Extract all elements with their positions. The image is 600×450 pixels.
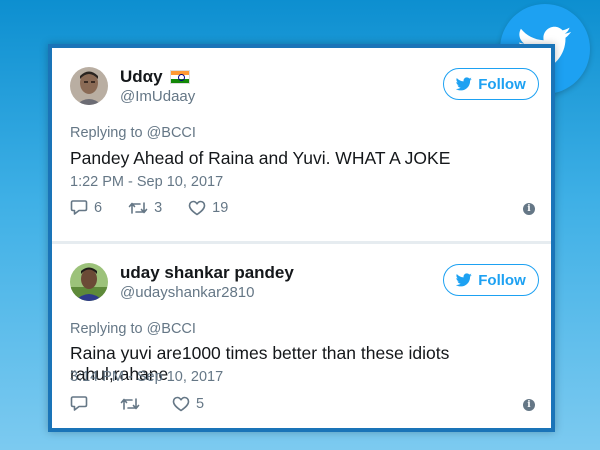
follow-label: Follow: [478, 271, 526, 289]
like-button[interactable]: 5: [172, 396, 204, 412]
retweet-icon: [128, 201, 148, 214]
tweet-text: Pandey Ahead of Raina and Yuvi. WHAT A J…: [70, 148, 451, 168]
user-names: Udαy @ImUdaay: [120, 67, 195, 106]
follow-button[interactable]: Follow: [443, 264, 539, 296]
retweet-button[interactable]: [120, 396, 146, 412]
tweet-frame: Udαy @ImUdaay Follow Replying to @BCCI P…: [48, 44, 555, 432]
retweet-count: 3: [154, 199, 163, 216]
reply-count: 6: [94, 199, 103, 216]
display-name[interactable]: uday shankar pandey: [120, 263, 294, 283]
tweet-header: uday shankar pandey @udayshankar2810: [70, 262, 294, 302]
display-name-row: uday shankar pandey: [120, 263, 294, 283]
info-icon[interactable]: i: [523, 203, 535, 215]
twitter-bird-icon: [456, 273, 472, 287]
display-name[interactable]: Udαy: [120, 67, 163, 87]
reply-icon: [70, 396, 88, 411]
tweet-list: Udαy @ImUdaay Follow Replying to @BCCI P…: [52, 48, 551, 428]
tweet-actions: 5: [70, 395, 230, 412]
user-names: uday shankar pandey @udayshankar2810: [120, 263, 294, 302]
tweet-timestamp[interactable]: 3:14 PM - Sep 10, 2017: [70, 369, 223, 385]
tweet-timestamp[interactable]: 1:22 PM - Sep 10, 2017: [70, 174, 223, 190]
user-handle[interactable]: @udayshankar2810: [120, 284, 294, 302]
display-name-row: Udαy: [120, 67, 195, 87]
follow-label: Follow: [478, 75, 526, 93]
india-flag-icon: [169, 69, 190, 84]
retweet-icon: [120, 397, 140, 410]
like-count: 19: [212, 199, 229, 216]
avatar[interactable]: [70, 263, 108, 301]
heart-icon: [188, 200, 206, 215]
follow-button[interactable]: Follow: [443, 68, 539, 100]
tweet-card: uday shankar pandey @udayshankar2810 Fol…: [52, 244, 551, 428]
twitter-bird-icon: [456, 77, 472, 91]
reply-button[interactable]: [70, 395, 94, 412]
tweet-card: Udαy @ImUdaay Follow Replying to @BCCI P…: [52, 48, 551, 241]
like-count: 5: [196, 395, 205, 412]
reply-button[interactable]: 6: [70, 199, 102, 216]
tweet-header: Udαy @ImUdaay: [70, 66, 195, 106]
heart-icon: [172, 396, 190, 411]
replying-to[interactable]: Replying to @BCCI: [70, 125, 196, 141]
avatar[interactable]: [70, 67, 108, 105]
retweet-button[interactable]: 3: [128, 200, 162, 216]
info-icon[interactable]: i: [523, 399, 535, 411]
user-handle[interactable]: @ImUdaay: [120, 88, 195, 106]
like-button[interactable]: 19: [188, 200, 228, 216]
replying-to[interactable]: Replying to @BCCI: [70, 321, 196, 337]
tweet-actions: 6 3 19: [70, 199, 254, 216]
reply-icon: [70, 200, 88, 215]
